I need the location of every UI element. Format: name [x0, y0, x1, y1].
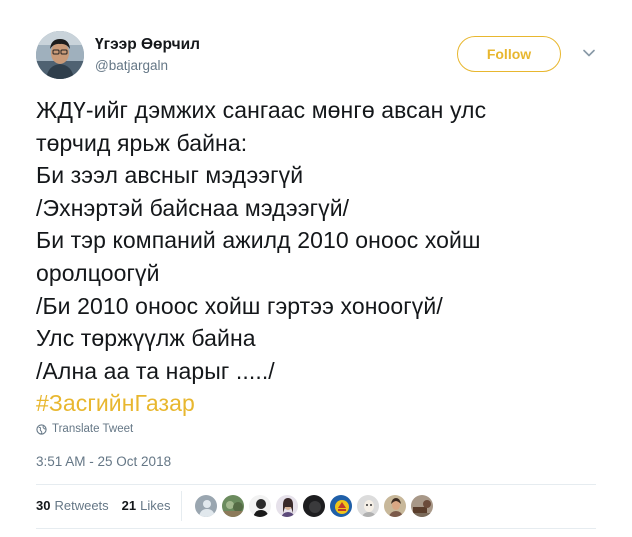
tweet-text-line: төрчид ярьж байна: [36, 129, 248, 156]
retweet-count: 30 [36, 498, 51, 513]
tweet-text-line: Улс төржүүлж байна [36, 325, 256, 352]
liker-avatar-2[interactable] [221, 494, 245, 518]
tweet-text-line: /Эхнэртэй байснаа мэдээгүй/ [36, 194, 350, 221]
divider [36, 528, 596, 529]
liker-avatar-1[interactable] [194, 494, 218, 518]
globe-icon [36, 423, 47, 435]
tweet-text-line: /Ална аа та нарыг ...../ [36, 357, 275, 384]
translate-label: Translate Tweet [52, 423, 134, 435]
liker-avatars [194, 494, 434, 518]
tweet-stats: 30 Retweets 21 Likes [36, 498, 171, 513]
hashtag-link[interactable]: #ЗасгийнГазар [36, 387, 596, 420]
like-label: Likes [140, 498, 171, 513]
tweet-text-line: Би тэр компаний ажилд 2010 оноос хойш [36, 227, 481, 254]
tweet-text-line: ЖДҮ-ийг дэмжих сангаас мөнгө авсан улс [36, 97, 487, 123]
likes-stat[interactable]: 21 Likes [122, 498, 171, 513]
tweet-text: ЖДҮ-ийг дэмжих сангаас мөнгө авсан улс т… [36, 94, 596, 420]
liker-avatar-6[interactable] [329, 494, 353, 518]
liker-avatar-7[interactable] [356, 494, 380, 518]
tweet-card: Үгээр Өөрчил @batjargaln Follow ЖДҮ-ийг … [0, 0, 632, 537]
divider [36, 484, 596, 485]
stats-divider [181, 491, 182, 521]
author-avatar[interactable] [36, 31, 84, 79]
author-name[interactable]: Үгээр Өөрчил [95, 36, 200, 54]
follow-button[interactable]: Follow [457, 36, 561, 72]
liker-avatar-9[interactable] [410, 494, 434, 518]
retweet-label: Retweets [54, 498, 109, 513]
liker-avatar-8[interactable] [383, 494, 407, 518]
like-count: 21 [121, 498, 137, 513]
chevron-down-icon[interactable] [582, 46, 596, 60]
retweets-stat[interactable]: 30 Retweets [36, 498, 109, 513]
tweet-timestamp[interactable]: 3:51 AM - 25 Oct 2018 [36, 454, 171, 469]
tweet-text-line: /Би 2010 оноос хойш гэртээ хоноогүй/ [36, 292, 443, 319]
tweet-text-line: Би зээл авсныг мэдээгүй [36, 162, 304, 189]
liker-avatar-5[interactable] [302, 494, 326, 518]
translate-tweet-link[interactable]: Translate Tweet [36, 423, 133, 435]
liker-avatar-3[interactable] [248, 494, 272, 518]
tweet-text-line: оролцоогүй [36, 259, 160, 286]
author-handle[interactable]: @batjargaln [95, 58, 168, 74]
liker-avatar-4[interactable] [275, 494, 299, 518]
